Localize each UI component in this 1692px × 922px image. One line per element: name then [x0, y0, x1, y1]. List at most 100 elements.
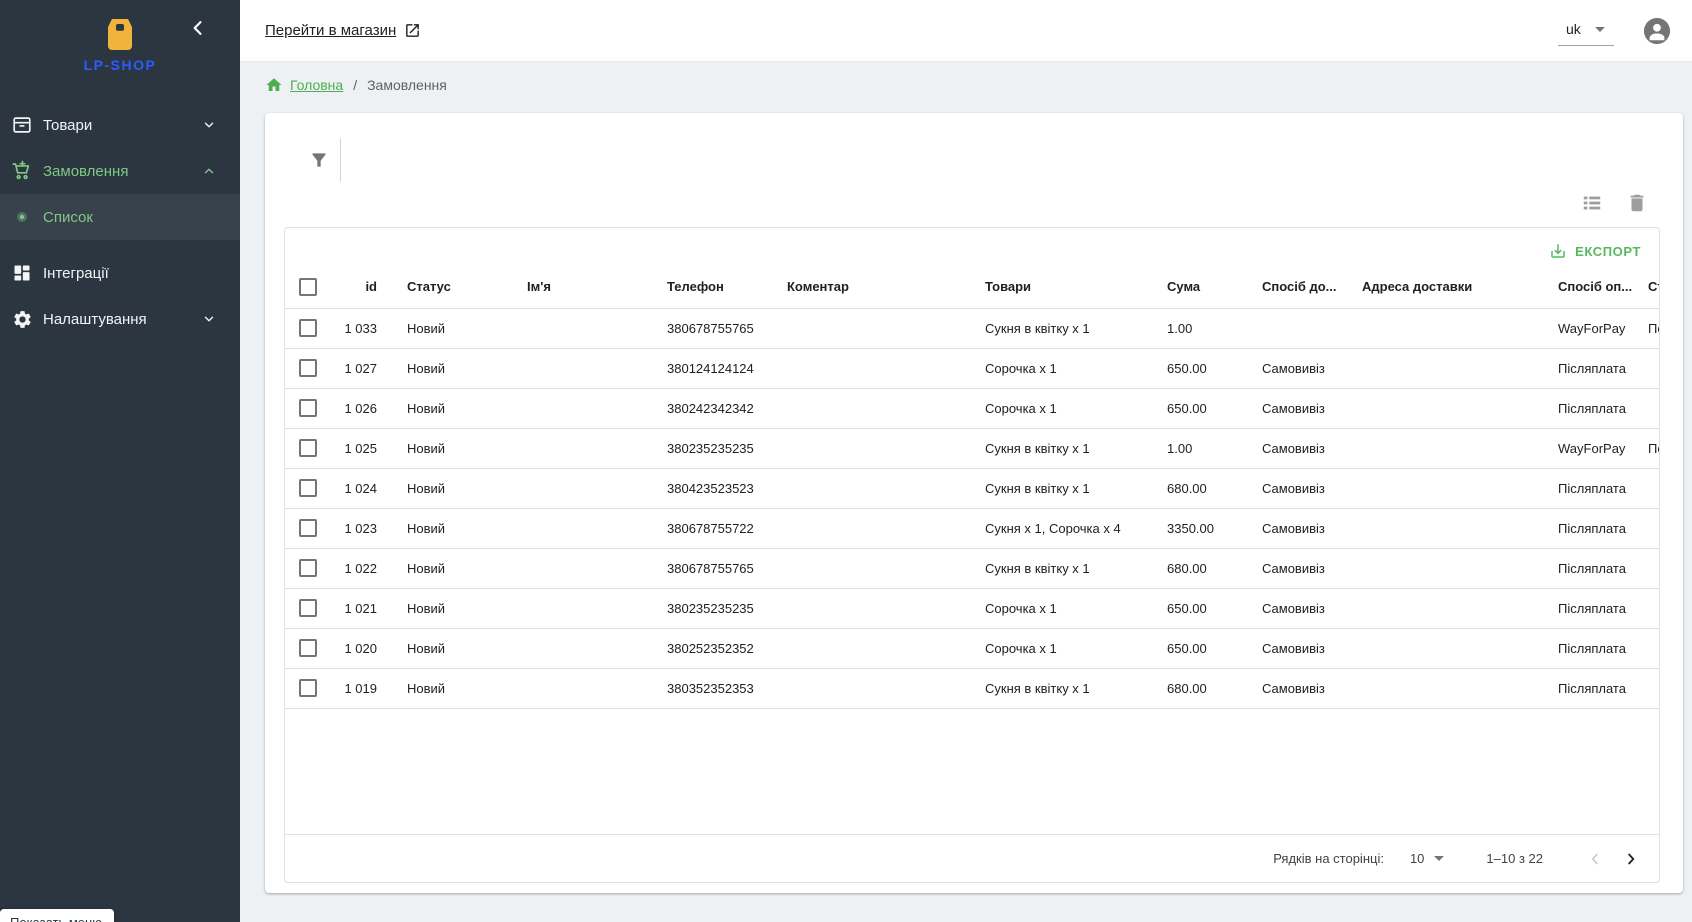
table-row[interactable]: 1 033Новий380678755765Сукня в квітку x 1… [285, 308, 1660, 348]
rows-per-page-select[interactable]: 10 [1410, 851, 1444, 866]
cell-payment_status [1632, 388, 1660, 428]
row-checkbox[interactable] [299, 359, 317, 377]
cell-sum: 680.00 [1151, 548, 1246, 588]
trash-icon [1626, 192, 1648, 214]
download-icon [1549, 242, 1567, 260]
cell-status: Новий [391, 348, 511, 388]
sidebar-item-orders-list[interactable]: Список [0, 194, 240, 240]
row-checkbox[interactable] [299, 399, 317, 417]
filter-funnel-icon [309, 150, 329, 170]
column-header-id[interactable]: id [333, 266, 391, 308]
export-button[interactable]: ЕКСПОРТ [1541, 238, 1649, 264]
column-header-delivery[interactable]: Спосіб до... [1246, 266, 1346, 308]
cell-id: 1 022 [333, 548, 391, 588]
table-row[interactable]: 1 022Новий380678755765Сукня в квітку x 1… [285, 548, 1660, 588]
column-header-payment_status[interactable]: Ст [1632, 266, 1660, 308]
table-row[interactable]: 1 020Новий380252352352Сорочка x 1650.00С… [285, 628, 1660, 668]
table-row[interactable]: 1 027Новий380124124124Сорочка x 1650.00С… [285, 348, 1660, 388]
row-checkbox[interactable] [299, 319, 317, 337]
cell-comment [771, 348, 969, 388]
cell-goods: Сорочка x 1 [969, 588, 1151, 628]
topbar: Перейти в магазин uk [240, 0, 1692, 62]
select-all-checkbox[interactable] [299, 278, 317, 296]
table-row[interactable]: 1 026Новий380242342342Сорочка x 1650.00С… [285, 388, 1660, 428]
cell-comment [771, 308, 969, 348]
home-icon [265, 76, 283, 94]
column-header-comment[interactable]: Коментар [771, 266, 969, 308]
pagination: Рядків на сторінці: 10 1–10 з 22 [285, 834, 1659, 882]
column-header-name[interactable]: Ім'я [511, 266, 651, 308]
cell-id: 1 025 [333, 428, 391, 468]
column-header-address[interactable]: Адреса доставки [1346, 266, 1542, 308]
cell-name [511, 628, 651, 668]
column-header-sum[interactable]: Сума [1151, 266, 1246, 308]
user-avatar[interactable] [1644, 18, 1670, 44]
cell-payment_status [1632, 668, 1660, 708]
row-checkbox[interactable] [299, 519, 317, 537]
cell-address [1346, 508, 1542, 548]
cell-status: Новий [391, 388, 511, 428]
column-header-status[interactable]: Статус [391, 266, 511, 308]
delete-button[interactable] [1625, 191, 1649, 215]
table-row[interactable]: 1 019Новий380352352353Сукня в квітку x 1… [285, 668, 1660, 708]
breadcrumb-home-link[interactable]: Головна [290, 77, 343, 93]
cell-phone: 380423523523 [651, 468, 771, 508]
column-header-phone[interactable]: Телефон [651, 266, 771, 308]
cell-phone: 380242342342 [651, 388, 771, 428]
cell-payment: Післяплата [1542, 468, 1632, 508]
rows-per-page-value: 10 [1410, 851, 1424, 866]
sidebar-item-label: Налаштування [43, 311, 147, 328]
cell-payment: Післяплата [1542, 388, 1632, 428]
cell-payment: WayForPay [1542, 428, 1632, 468]
row-checkbox[interactable] [299, 559, 317, 577]
cell-delivery [1246, 308, 1346, 348]
orders-table: idСтатусІм'яТелефонКоментарТовариСумаСпо… [285, 266, 1660, 709]
table-row[interactable]: 1 021Новий380235235235Сорочка x 1650.00С… [285, 588, 1660, 628]
previous-page-button[interactable] [1583, 847, 1607, 871]
row-checkbox[interactable] [299, 479, 317, 497]
cell-name [511, 588, 651, 628]
caret-down-icon [1595, 27, 1605, 32]
table-row[interactable]: 1 024Новий380423523523Сукня в квітку x 1… [285, 468, 1660, 508]
filter-bar[interactable] [309, 137, 1683, 183]
cell-payment_status [1632, 588, 1660, 628]
column-list-button[interactable] [1580, 191, 1604, 215]
table-row[interactable]: 1 023Новий380678755722Сукня x 1, Сорочка… [285, 508, 1660, 548]
chevron-left-icon [1586, 850, 1604, 868]
cell-delivery: Самовивіз [1246, 428, 1346, 468]
row-checkbox[interactable] [299, 599, 317, 617]
sidebar-item-integrations[interactable]: Інтеграції [0, 250, 240, 296]
row-select-cell [285, 548, 333, 588]
sidebar-item-products[interactable]: Товари [0, 102, 240, 148]
breadcrumb-current: Замовлення [367, 77, 447, 93]
row-checkbox[interactable] [299, 639, 317, 657]
sidebar-item-orders[interactable]: Замовлення [0, 148, 240, 194]
table-row[interactable]: 1 025Новий380235235235Сукня в квітку x 1… [285, 428, 1660, 468]
collapse-sidebar-button[interactable] [188, 18, 208, 38]
row-checkbox[interactable] [299, 679, 317, 697]
cell-sum: 650.00 [1151, 388, 1246, 428]
cell-address [1346, 388, 1542, 428]
app-root: LP-SHOP Товари [0, 0, 1692, 922]
cell-goods: Сорочка x 1 [969, 628, 1151, 668]
cell-sum: 680.00 [1151, 668, 1246, 708]
row-checkbox[interactable] [299, 439, 317, 457]
cell-address [1346, 468, 1542, 508]
cell-payment: Післяплата [1542, 508, 1632, 548]
cell-delivery: Самовивіз [1246, 508, 1346, 548]
cell-phone: 380235235235 [651, 428, 771, 468]
orders-table-card: ЕКСПОРТ idСтатусІм'яТелефонКоментарТовар… [284, 227, 1660, 883]
column-header-goods[interactable]: Товари [969, 266, 1151, 308]
cell-payment: Післяплата [1542, 668, 1632, 708]
chevron-right-icon [1622, 850, 1640, 868]
go-to-store-link[interactable]: Перейти в магазин [265, 22, 421, 39]
breadcrumb: Головна / Замовлення [240, 62, 1692, 108]
sidebar-item-settings[interactable]: Налаштування [0, 296, 240, 342]
cell-comment [771, 428, 969, 468]
dot-icon [10, 205, 34, 229]
next-page-button[interactable] [1619, 847, 1643, 871]
column-header-payment[interactable]: Спосіб оп... [1542, 266, 1632, 308]
cell-status: Новий [391, 308, 511, 348]
language-select[interactable]: uk [1558, 15, 1614, 46]
sidebar: LP-SHOP Товари [0, 0, 240, 922]
